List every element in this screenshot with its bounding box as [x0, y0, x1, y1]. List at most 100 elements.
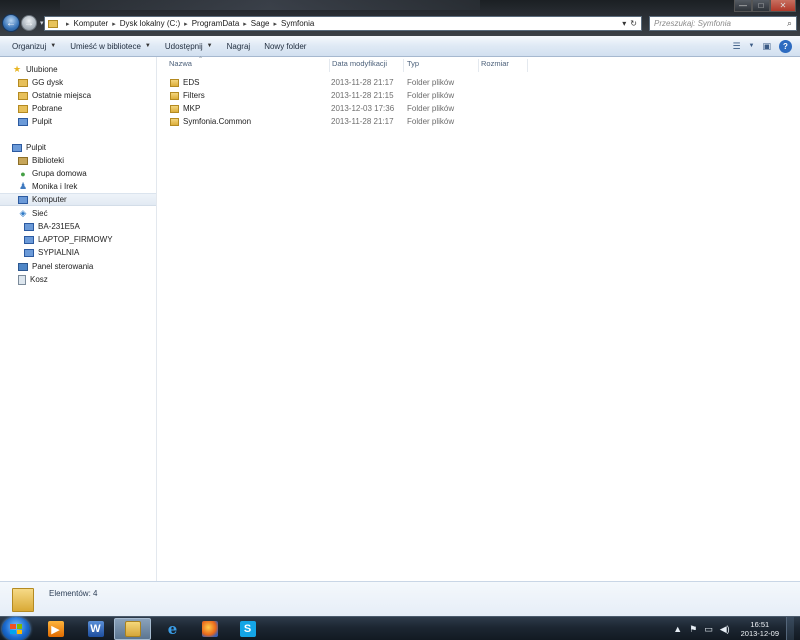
address-bar[interactable]: ▸ Komputer ▸ Dysk lokalny (C:) ▸ ProgramData ▸…: [44, 16, 642, 31]
recycle-bin-icon: [18, 274, 26, 285]
address-dropdown-icon[interactable]: ▾: [622, 19, 626, 28]
search-input[interactable]: Przeszukaj: Symfonia ⌕: [649, 16, 797, 31]
column-header-name[interactable]: Nazwa: [166, 59, 330, 72]
burn-button[interactable]: Nagraj: [221, 36, 257, 56]
back-button[interactable]: ←: [2, 14, 20, 32]
table-row[interactable]: MKP 2013-12-03 17:36 Folder plików: [158, 102, 458, 115]
taskbar-media-player[interactable]: ▶: [37, 618, 74, 640]
table-row[interactable]: Filters 2013-11-28 21:15 Folder plików: [158, 89, 458, 102]
sidebar-item-homegroup[interactable]: ● Grupa domowa: [18, 167, 86, 180]
refresh-icon[interactable]: ↻: [630, 19, 637, 28]
show-hidden-icons-icon[interactable]: ▲: [673, 624, 682, 634]
sidebar-item-computer[interactable]: Komputer: [0, 193, 156, 206]
sidebar-item-control-panel[interactable]: Panel sterowania: [18, 260, 93, 273]
file-type: Folder plików: [407, 78, 455, 87]
desktop-icon: [18, 117, 28, 126]
window-controls: — □ ✕: [734, 0, 796, 12]
taskbar-explorer[interactable]: [114, 618, 151, 640]
close-button[interactable]: ✕: [770, 0, 796, 12]
view-options-icon[interactable]: ☰: [732, 41, 740, 52]
recent-places-icon: [18, 91, 28, 100]
recent-pages-dropdown[interactable]: ▾: [40, 19, 44, 27]
breadcrumb-separator-icon[interactable]: ▸: [243, 20, 247, 28]
chevron-down-icon[interactable]: ▼: [749, 43, 755, 49]
include-in-library-button[interactable]: Umieść w bibliotece ▼: [64, 36, 157, 56]
sidebar-item-network-computer[interactable]: BA-231E5A: [24, 220, 80, 233]
sidebar-item-desktop-favorite[interactable]: Pulpit: [18, 115, 52, 128]
sidebar-item-label: Biblioteki: [32, 156, 65, 165]
breadcrumb-item[interactable]: Komputer: [74, 19, 109, 28]
sidebar-item-recycle-bin[interactable]: Kosz: [18, 273, 48, 286]
sidebar-item-favorites[interactable]: ★ Ulubione: [12, 63, 58, 76]
sidebar-item-network-computer[interactable]: SYPIALNIA: [24, 246, 79, 259]
folder-icon: [170, 78, 179, 87]
breadcrumb-separator-icon[interactable]: ▸: [112, 20, 116, 28]
sidebar-item-libraries[interactable]: Biblioteki: [18, 154, 64, 167]
search-icon[interactable]: ⌕: [787, 18, 792, 29]
table-row[interactable]: EDS 2013-11-28 21:17 Folder plików: [158, 76, 458, 89]
taskbar: ▶ W e S ▲ ⚑ ▭ ◀) 16:51 2013-12-09: [0, 616, 800, 640]
action-center-icon[interactable]: ⚑: [689, 624, 697, 635]
internet-explorer-icon: e: [167, 620, 178, 638]
breadcrumb-item[interactable]: Sage: [251, 19, 270, 28]
breadcrumb-item[interactable]: ProgramData: [192, 19, 240, 28]
breadcrumb-separator-icon[interactable]: ▸: [66, 20, 70, 28]
share-button[interactable]: Udostępnij ▼: [159, 36, 219, 56]
system-tray: ▲ ⚑ ▭ ◀) 16:51 2013-12-09: [673, 617, 794, 640]
sidebar-item-user[interactable]: ♟ Monika i Irek: [18, 180, 77, 193]
breadcrumb-item[interactable]: Dysk lokalny (C:): [120, 19, 180, 28]
minimize-button[interactable]: —: [734, 0, 752, 12]
column-header-modified[interactable]: Data modyfikacji: [329, 59, 404, 72]
start-button[interactable]: [2, 617, 30, 640]
maximize-button[interactable]: □: [752, 0, 770, 12]
taskbar-skype[interactable]: S: [229, 618, 266, 640]
taskbar-internet-explorer[interactable]: e: [154, 618, 191, 640]
control-panel-icon: [18, 262, 28, 271]
star-icon: ★: [12, 64, 22, 74]
show-desktop-button[interactable]: [786, 617, 794, 640]
help-icon[interactable]: ?: [779, 39, 792, 53]
taskbar-word[interactable]: W: [77, 618, 114, 640]
network-status-icon[interactable]: ▭: [704, 624, 713, 635]
title-area: [60, 0, 480, 10]
navigation-buttons: ← → ▾: [2, 14, 46, 32]
preview-pane-icon[interactable]: ▣: [762, 41, 771, 52]
forward-button[interactable]: →: [21, 15, 37, 31]
table-row[interactable]: Symfonia.Common 2013-11-28 21:17 Folder pl…: [158, 115, 458, 128]
sidebar-item-network[interactable]: ◈ Sieć: [18, 207, 48, 220]
file-list: ⌃ Nazwa Data modyfikacji Typ Rozmiar EDS…: [158, 57, 800, 581]
sidebar-item-label: Ulubione: [26, 65, 58, 74]
organize-button[interactable]: Organizuj ▼: [6, 36, 62, 56]
clock[interactable]: 16:51 2013-12-09: [737, 620, 779, 638]
sidebar-item-label: Panel sterowania: [32, 262, 94, 271]
sidebar-item-downloads[interactable]: Pobrane: [18, 102, 62, 115]
computer-icon: [24, 248, 34, 257]
column-header-type[interactable]: Typ: [404, 59, 479, 72]
sidebar-item-network-computer[interactable]: LAPTOP_FIRMOWY: [24, 233, 113, 246]
new-folder-button[interactable]: Nowy folder: [258, 36, 312, 56]
clock-date: 2013-12-09: [740, 629, 779, 638]
navigation-pane: ★ Ulubione GG dysk Ostatnie miejsca Pobra…: [0, 57, 157, 581]
column-header-size[interactable]: Rozmiar: [478, 59, 528, 72]
clock-time: 16:51: [750, 620, 770, 629]
breadcrumb-separator-icon[interactable]: ▸: [184, 20, 188, 28]
user-folder-icon: ♟: [18, 181, 28, 191]
sidebar-item-gg-dysk[interactable]: GG dysk: [18, 76, 63, 89]
sidebar-item-recent-places[interactable]: Ostatnie miejsca: [18, 89, 91, 102]
file-name[interactable]: MKP: [170, 104, 200, 113]
homegroup-icon: ●: [20, 168, 26, 179]
breadcrumb: ▸ Komputer ▸ Dysk lokalny (C:) ▸ ProgramData ▸…: [62, 19, 314, 28]
sidebar-item-desktop[interactable]: Pulpit: [12, 141, 46, 154]
chevron-down-icon: ▼: [206, 43, 213, 49]
sidebar-item-label: LAPTOP_FIRMOWY: [38, 235, 113, 244]
volume-icon[interactable]: ◀): [720, 624, 730, 635]
file-name[interactable]: EDS: [170, 78, 199, 87]
command-bar: Organizuj ▼ Umieść w bibliotece ▼ Udostępn…: [0, 36, 800, 57]
file-name[interactable]: Symfonia.Common: [170, 117, 251, 126]
computer-icon: [18, 195, 28, 204]
breadcrumb-item[interactable]: Symfonia: [281, 19, 314, 28]
breadcrumb-separator-icon[interactable]: ▸: [273, 20, 277, 28]
sidebar-item-label: Ostatnie miejsca: [32, 91, 92, 100]
file-name[interactable]: Filters: [170, 91, 205, 100]
taskbar-firefox[interactable]: [191, 618, 228, 640]
